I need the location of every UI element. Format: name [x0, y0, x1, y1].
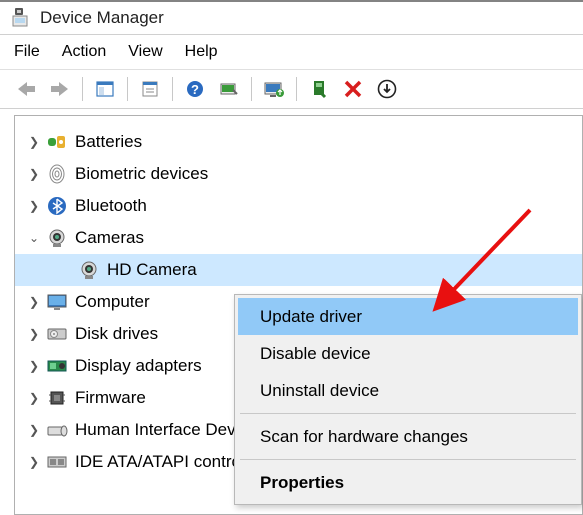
hid-icon	[45, 418, 69, 442]
chevron-right-icon[interactable]: ❯	[23, 199, 45, 213]
chevron-down-icon[interactable]: ⌄	[23, 231, 45, 245]
camera-icon	[77, 258, 101, 282]
battery-icon	[45, 130, 69, 154]
uninstall-device-button[interactable]	[371, 74, 403, 104]
menu-view[interactable]: View	[128, 43, 162, 61]
tree-label: Bluetooth	[75, 196, 147, 216]
chevron-right-icon[interactable]: ❯	[23, 295, 45, 309]
menu-file[interactable]: File	[14, 43, 40, 61]
tree-item-hd-camera[interactable]: HD Camera	[15, 254, 582, 286]
bluetooth-icon	[45, 194, 69, 218]
menu-help[interactable]: Help	[185, 43, 218, 61]
fingerprint-icon	[45, 162, 69, 186]
menu-bar: File Action View Help	[0, 35, 583, 69]
tree-item-cameras[interactable]: ⌄ Cameras	[15, 222, 582, 254]
toolbar-separator	[172, 77, 173, 101]
tree-label: Biometric devices	[75, 164, 208, 184]
tree-label: Batteries	[75, 132, 142, 152]
tree-label: Display adapters	[75, 356, 202, 376]
toolbar-separator	[296, 77, 297, 101]
ide-icon	[45, 450, 69, 474]
forward-button[interactable]	[44, 74, 76, 104]
disk-icon	[45, 322, 69, 346]
context-menu-separator	[240, 413, 576, 414]
chevron-right-icon[interactable]: ❯	[23, 359, 45, 373]
chip-icon	[45, 386, 69, 410]
camera-icon	[45, 226, 69, 250]
scan-hardware-button[interactable]	[213, 74, 245, 104]
context-menu-scan-hardware[interactable]: Scan for hardware changes	[238, 418, 578, 455]
tree-item-bluetooth[interactable]: ❯ Bluetooth	[15, 190, 582, 222]
tree-label: Computer	[75, 292, 150, 312]
context-menu-separator	[240, 459, 576, 460]
toolbar-separator	[251, 77, 252, 101]
context-menu: Update driver Disable device Uninstall d…	[234, 294, 582, 505]
properties-button[interactable]	[134, 74, 166, 104]
toolbar: ?	[0, 69, 583, 109]
disable-device-button[interactable]	[337, 74, 369, 104]
update-driver-button[interactable]	[258, 74, 290, 104]
help-button[interactable]: ?	[179, 74, 211, 104]
tree-label: Disk drives	[75, 324, 158, 344]
chevron-right-icon[interactable]: ❯	[23, 135, 45, 149]
tree-item-batteries[interactable]: ❯ Batteries	[15, 126, 582, 158]
svg-text:?: ?	[191, 82, 199, 97]
enable-device-button[interactable]	[303, 74, 335, 104]
chevron-right-icon[interactable]: ❯	[23, 455, 45, 469]
context-menu-update-driver[interactable]: Update driver	[238, 298, 578, 335]
tree-label: Cameras	[75, 228, 144, 248]
title-bar: Device Manager	[0, 0, 583, 35]
device-manager-icon	[10, 8, 30, 28]
chevron-right-icon[interactable]: ❯	[23, 167, 45, 181]
context-menu-uninstall-device[interactable]: Uninstall device	[238, 372, 578, 409]
chevron-right-icon[interactable]: ❯	[23, 327, 45, 341]
window-title: Device Manager	[40, 8, 164, 28]
context-menu-properties[interactable]: Properties	[238, 464, 578, 501]
tree-label: HD Camera	[107, 260, 197, 280]
gpu-icon	[45, 354, 69, 378]
toolbar-separator	[127, 77, 128, 101]
tree-label: Firmware	[75, 388, 146, 408]
monitor-icon	[45, 290, 69, 314]
toolbar-separator	[82, 77, 83, 101]
back-button[interactable]	[10, 74, 42, 104]
context-menu-disable-device[interactable]: Disable device	[238, 335, 578, 372]
show-hide-console-button[interactable]	[89, 74, 121, 104]
chevron-right-icon[interactable]: ❯	[23, 423, 45, 437]
menu-action[interactable]: Action	[62, 43, 106, 61]
tree-item-biometric[interactable]: ❯ Biometric devices	[15, 158, 582, 190]
chevron-right-icon[interactable]: ❯	[23, 391, 45, 405]
